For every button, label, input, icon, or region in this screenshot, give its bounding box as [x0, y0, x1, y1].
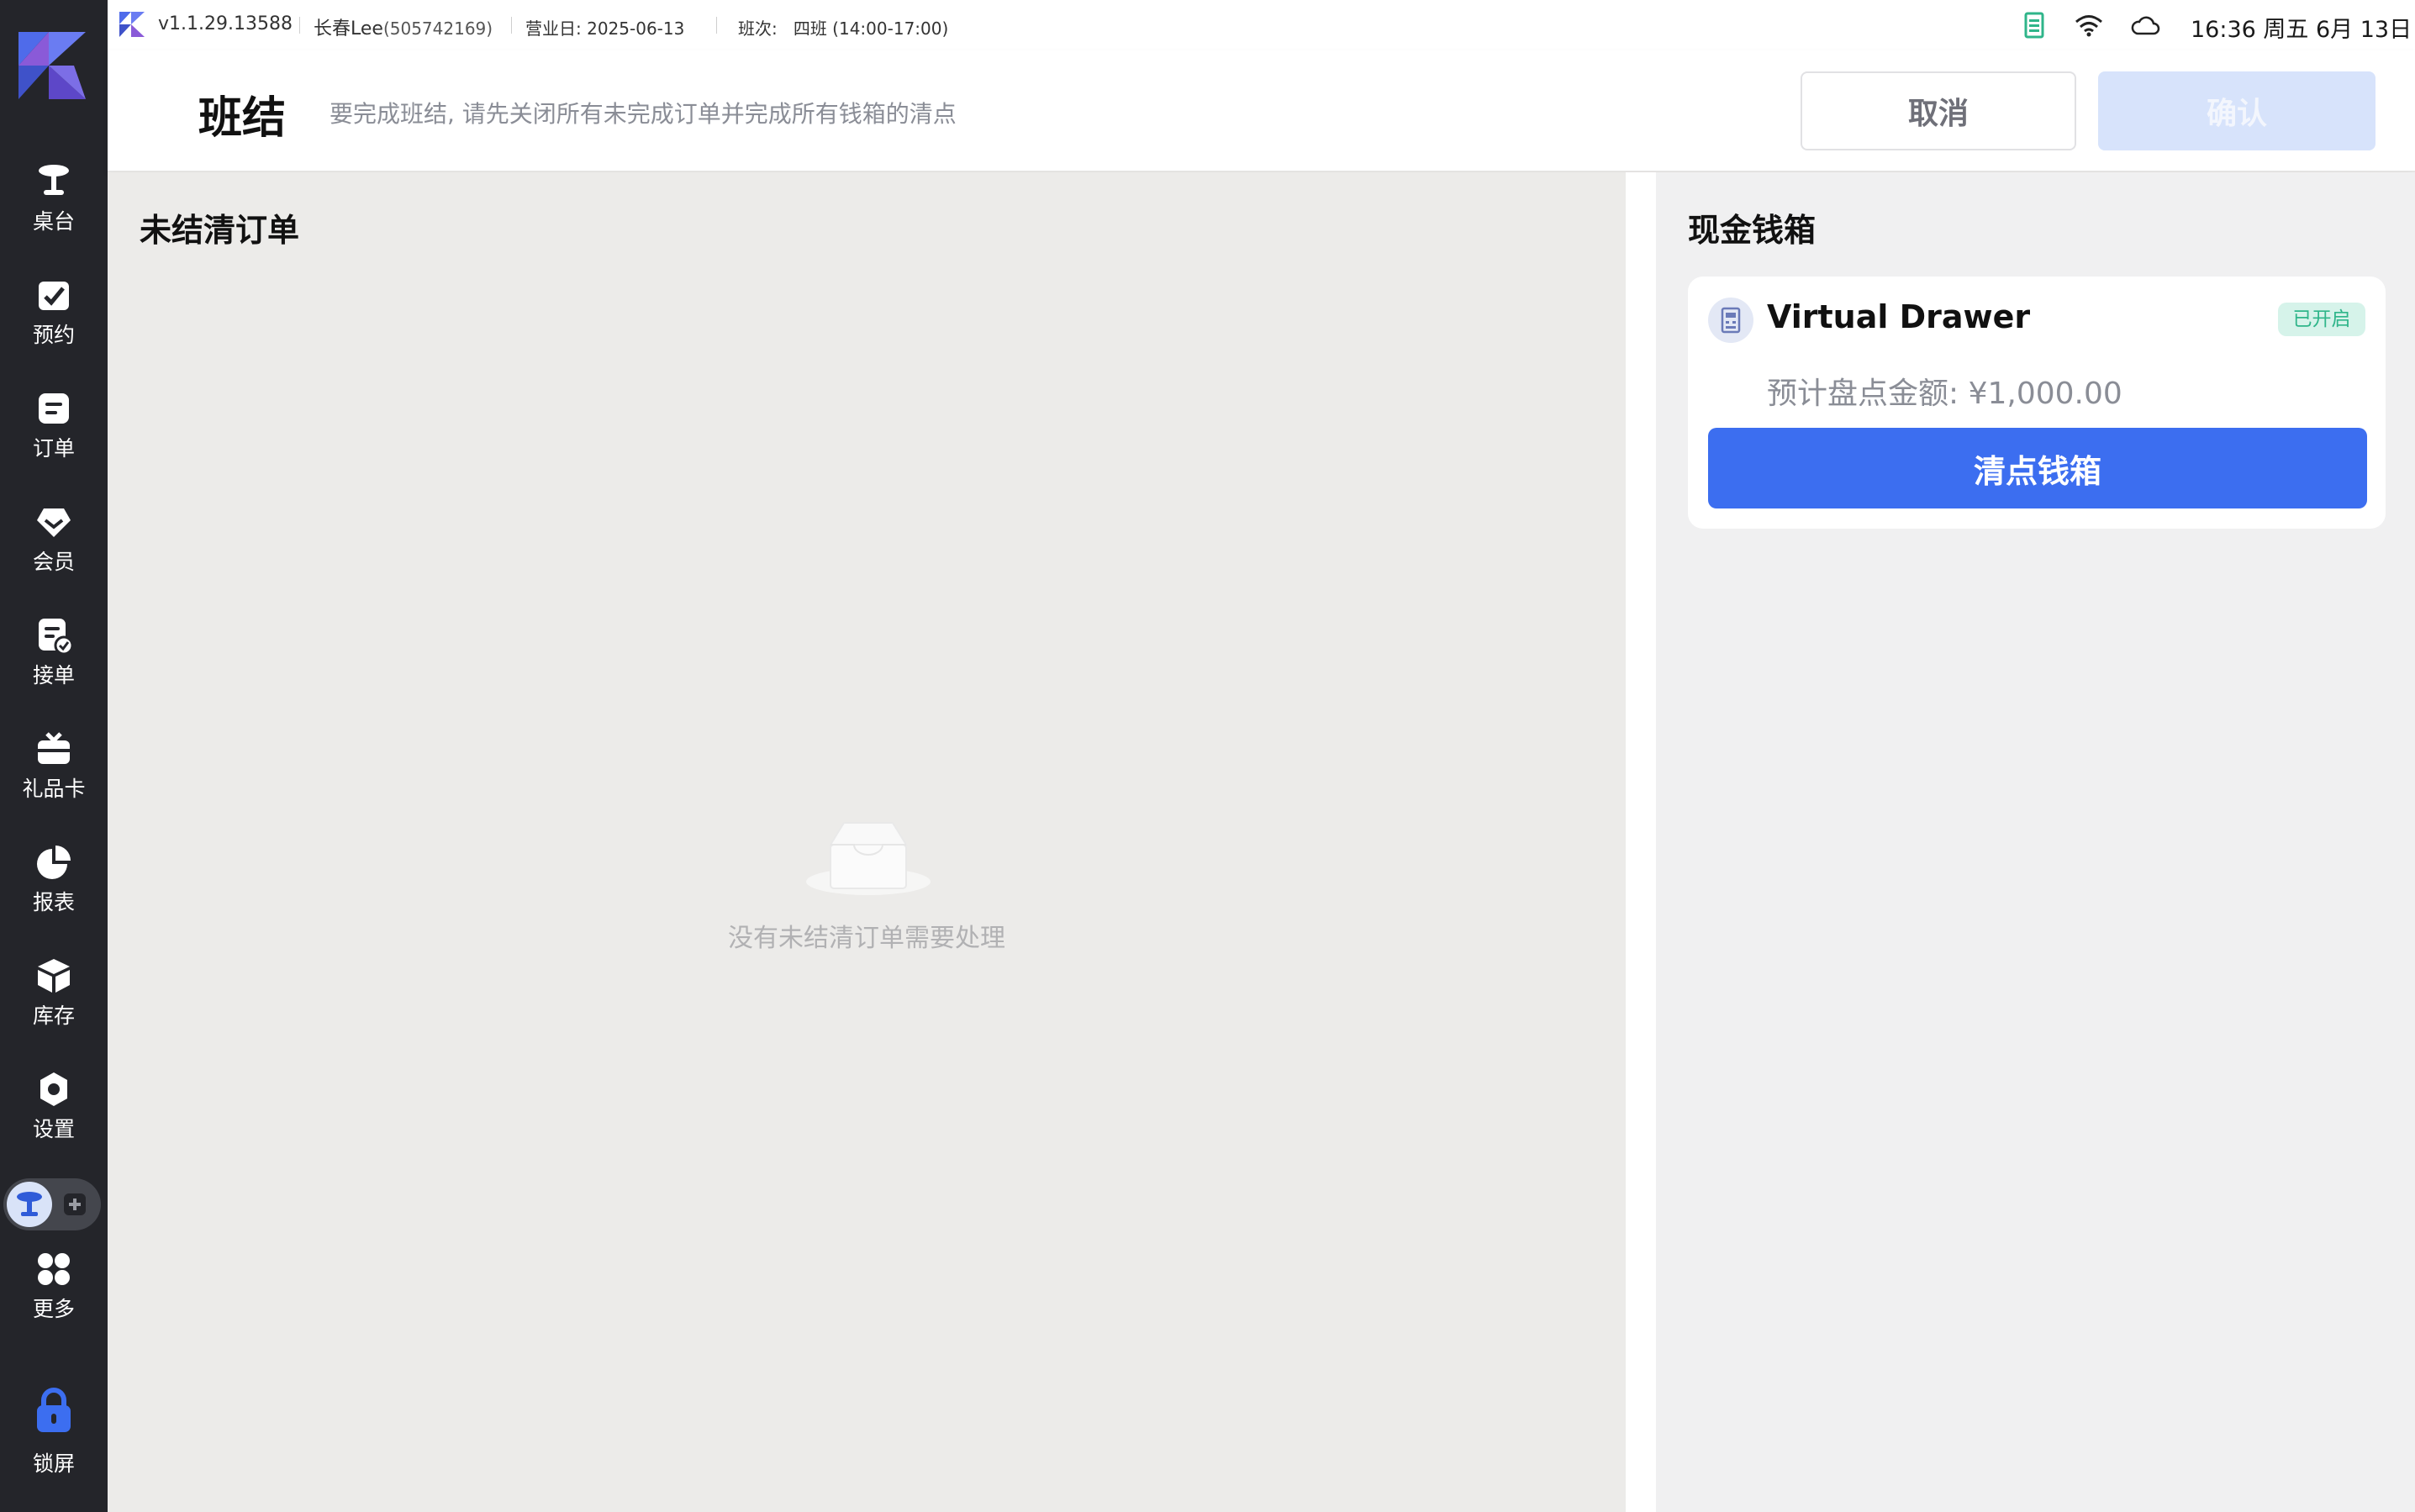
page-title: 班结 — [198, 93, 287, 144]
clock: 16:36 周五 6月 13日 — [2191, 17, 2412, 43]
app-version: v1.1.29.13588 — [158, 13, 293, 34]
table-icon — [39, 165, 69, 195]
app-logo-small-icon — [119, 12, 145, 37]
drawer-card: Virtual Drawer 已开启 预计盘点金额: ¥1,000.00 清点钱… — [1688, 277, 2386, 529]
panel-divider — [1626, 172, 1656, 1512]
sidebar-item-settings[interactable]: 设置 — [0, 1064, 108, 1156]
wifi-icon — [2075, 15, 2102, 37]
sidebar-item-orders[interactable]: 订单 — [0, 383, 108, 476]
sidebar-item-label: 接单 — [32, 663, 75, 688]
sidebar: 桌台 预约 订单 会员 接单 礼品卡 报表 库存 设置 更多 锁屏 — [0, 0, 108, 1512]
lock-icon — [37, 1388, 71, 1432]
sidebar-item-reports[interactable]: 报表 — [0, 837, 108, 930]
confirm-button[interactable]: 确认 — [2098, 71, 2375, 150]
empty-inbox-icon — [806, 822, 931, 895]
cloud-icon — [2131, 16, 2160, 35]
cash-drawer-title: 现金钱箱 — [1688, 212, 1817, 249]
gift-card-icon — [38, 732, 70, 764]
sidebar-item-label: 库存 — [32, 1004, 75, 1028]
count-drawer-button[interactable]: 清点钱箱 — [1708, 428, 2367, 508]
printer-status-icon — [2024, 12, 2044, 39]
page-header: 班结 要完成班结, 请先关闭所有未完成订单并完成所有钱箱的清点 取消 确认 — [108, 50, 2415, 171]
sidebar-item-reservations[interactable]: 预约 — [0, 270, 108, 362]
member-icon — [37, 508, 71, 537]
empty-state-text: 没有未结清订单需要处理 — [728, 924, 1005, 953]
shift-info: 班次: 四班 (14:00-17:00) — [738, 18, 949, 39]
orders-icon — [39, 393, 69, 424]
sidebar-item-label: 订单 — [32, 436, 75, 461]
sidebar-item-label: 桌台 — [32, 209, 75, 234]
sidebar-item-inventory[interactable]: 库存 — [0, 951, 108, 1043]
sidebar-item-accept-orders[interactable]: 接单 — [0, 610, 108, 703]
user-name: 长春Lee(505742169) — [314, 18, 493, 40]
expected-amount: 预计盘点金额: ¥1,000.00 — [1767, 377, 2122, 411]
sidebar-item-label: 锁屏 — [32, 1451, 75, 1476]
accept-order-icon — [39, 619, 72, 654]
report-icon — [37, 846, 71, 879]
page-subtitle: 要完成班结, 请先关闭所有未完成订单并完成所有钱箱的清点 — [330, 100, 957, 128]
sidebar-item-label: 会员 — [32, 550, 75, 574]
sidebar-item-tables[interactable]: 桌台 — [0, 156, 108, 249]
status-bar: v1.1.29.13588 长春Lee(505742169) 营业日: 2025… — [108, 0, 2415, 50]
sidebar-item-label: 设置 — [32, 1117, 75, 1141]
business-day: 营业日: 2025-06-13 — [525, 18, 685, 39]
unsettled-orders-panel: 未结清订单 没有未结清订单需要处理 — [108, 172, 1626, 1512]
sidebar-item-more[interactable]: 更多 — [0, 1244, 108, 1336]
cash-drawer-panel: 现金钱箱 Virtual Drawer 已开启 预计盘点金额: ¥1,000.0… — [1656, 172, 2415, 1512]
switch-add-icon[interactable] — [62, 1192, 87, 1217]
sidebar-item-gift-card[interactable]: 礼品卡 — [0, 724, 108, 816]
cancel-button[interactable]: 取消 — [1801, 71, 2076, 150]
inventory-icon — [38, 959, 70, 993]
reservation-icon — [39, 282, 69, 310]
sidebar-item-members[interactable]: 会员 — [0, 497, 108, 589]
drawer-name: Virtual Drawer — [1767, 298, 2031, 335]
status-badge: 已开启 — [2278, 303, 2365, 336]
sidebar-item-label: 预约 — [32, 323, 75, 347]
sidebar-item-label: 更多 — [32, 1297, 75, 1321]
settings-icon — [40, 1072, 67, 1106]
quick-switch-toggle[interactable] — [3, 1178, 101, 1230]
app-logo-icon — [18, 32, 86, 99]
sidebar-item-label: 报表 — [32, 890, 75, 914]
cash-register-icon — [1708, 298, 1753, 343]
more-icon — [38, 1253, 70, 1285]
unsettled-orders-title: 未结清订单 — [140, 212, 300, 249]
switch-table-icon[interactable] — [7, 1182, 52, 1227]
sidebar-item-label: 礼品卡 — [22, 777, 86, 801]
sidebar-item-lock-screen[interactable]: 锁屏 — [0, 1387, 108, 1479]
